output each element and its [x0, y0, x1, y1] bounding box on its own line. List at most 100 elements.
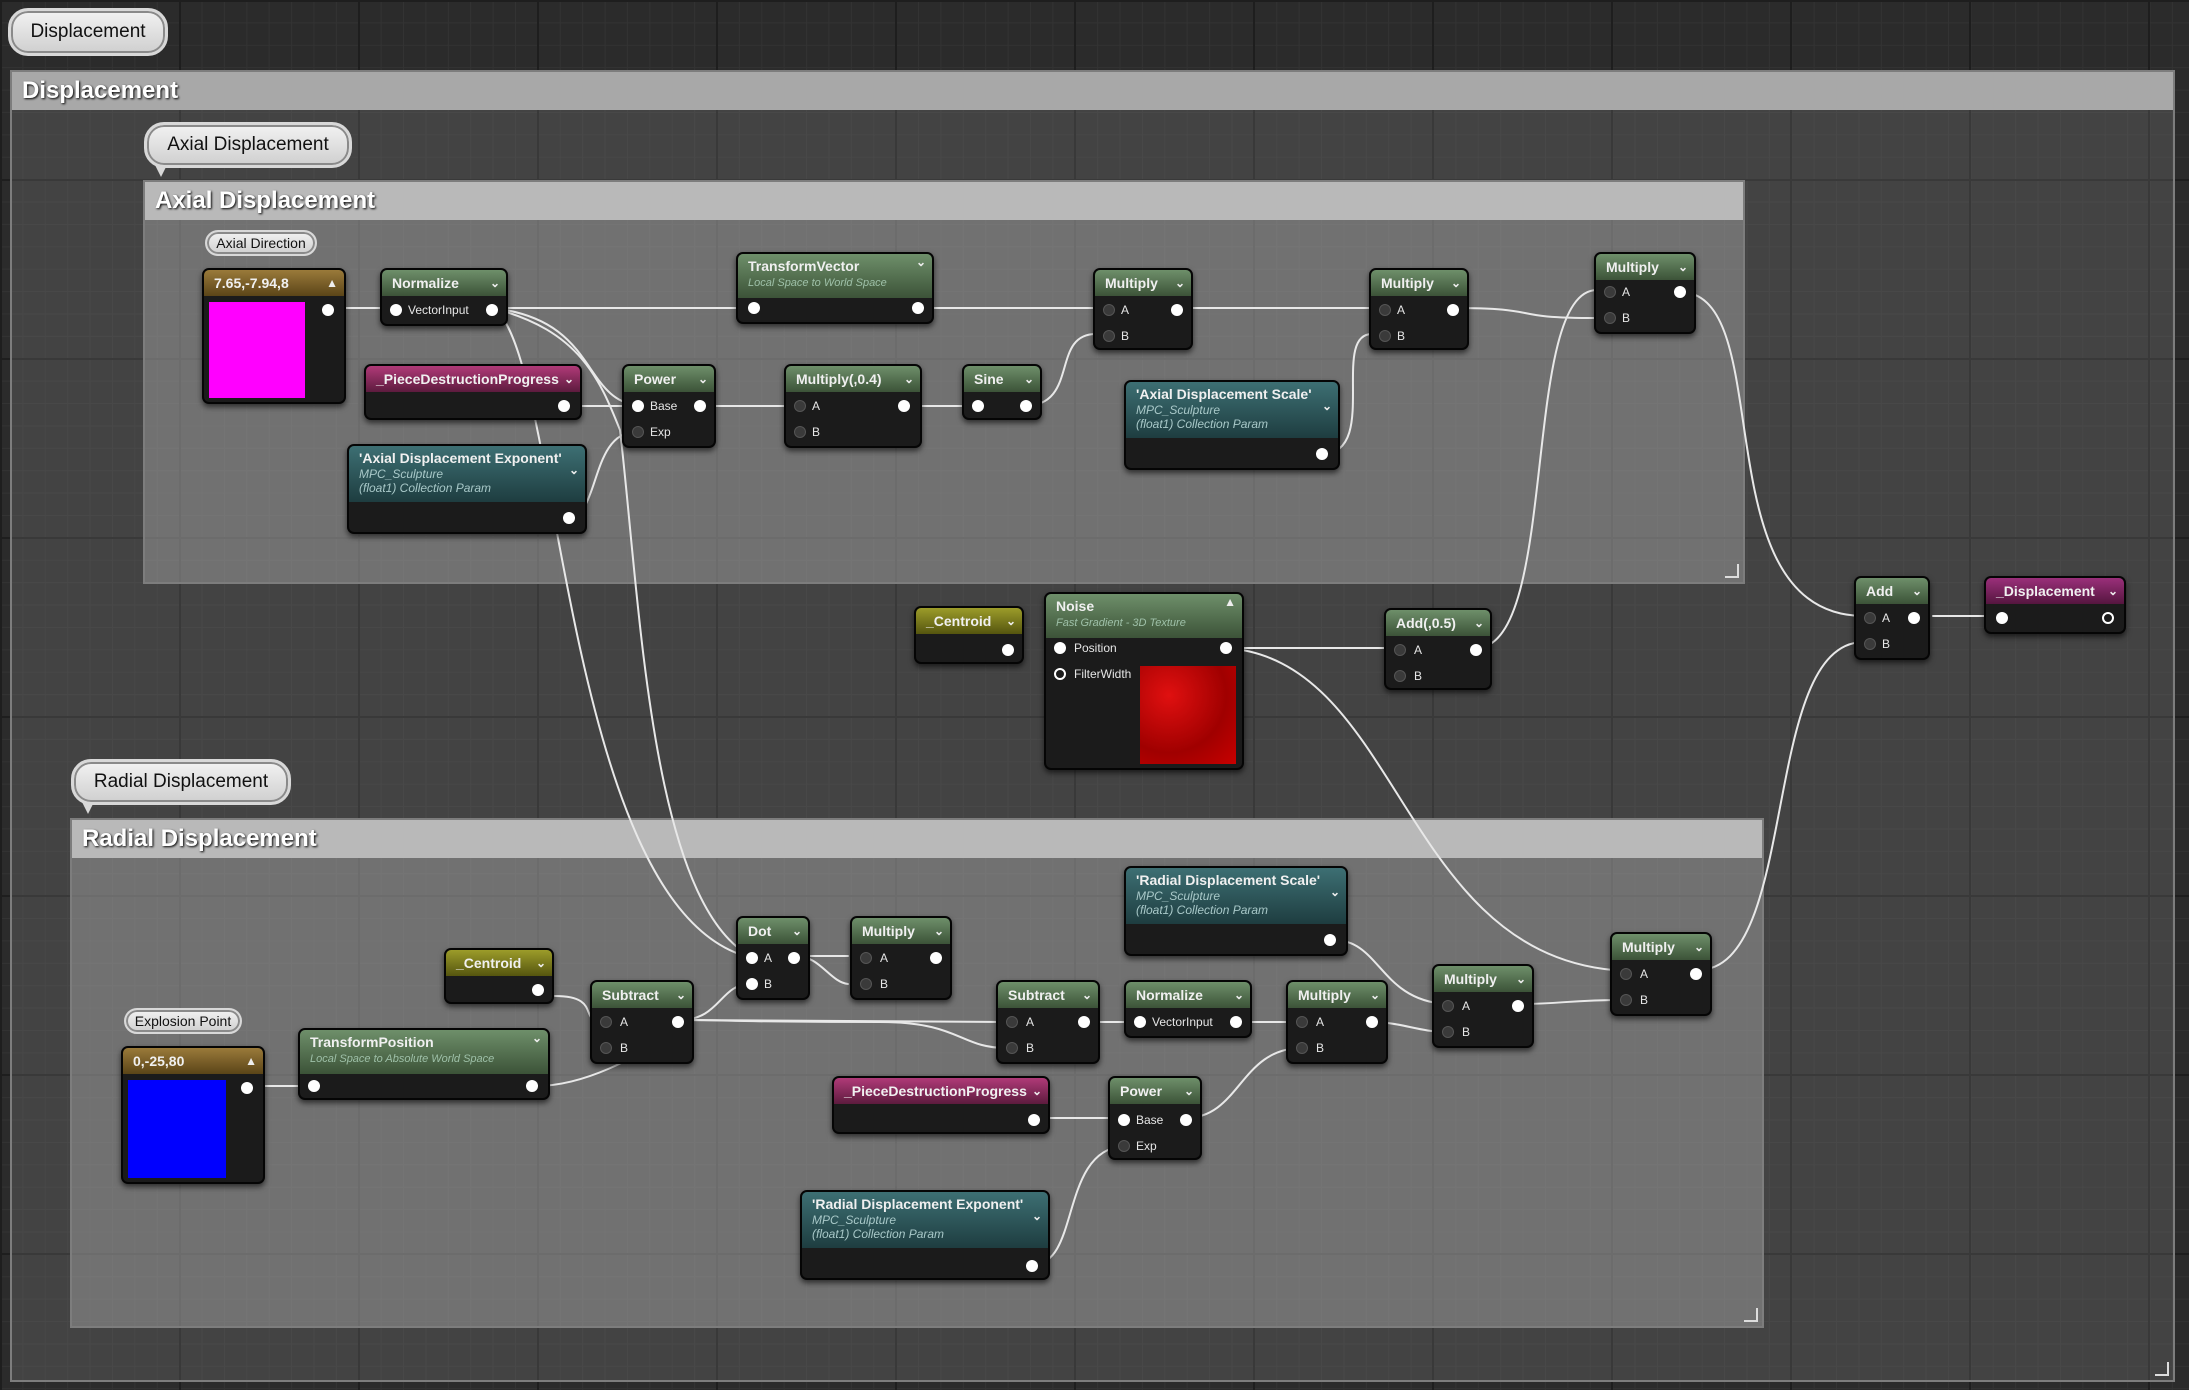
- input-pin-a[interactable]: [1103, 304, 1115, 316]
- output-pin[interactable]: [1512, 1000, 1524, 1012]
- output-pin[interactable]: [1220, 642, 1232, 654]
- node-add-05[interactable]: Add(,0.5) ⌄ A B: [1384, 608, 1492, 690]
- chevron-down-icon[interactable]: ⌄: [1032, 1208, 1042, 1225]
- node-title[interactable]: Multiply ⌄: [1288, 982, 1386, 1008]
- input-pin[interactable]: [972, 400, 984, 412]
- output-pin[interactable]: [1028, 1114, 1040, 1126]
- output-pin[interactable]: [1026, 1260, 1038, 1272]
- node-title[interactable]: 7.65,-7.94,8 ▲: [204, 270, 344, 296]
- node-title[interactable]: _Centroid ⌄: [916, 608, 1022, 634]
- output-pin[interactable]: [1324, 934, 1336, 946]
- output-pin[interactable]: [898, 400, 910, 412]
- node-title[interactable]: Add ⌄: [1856, 578, 1928, 604]
- chevron-down-icon[interactable]: ⌄: [1451, 270, 1461, 296]
- output-pin[interactable]: [241, 1082, 253, 1094]
- node-title[interactable]: Multiply ⌄: [1596, 254, 1694, 280]
- input-pin-b[interactable]: [1296, 1042, 1308, 1054]
- node-multiply-04[interactable]: Multiply(,0.4) ⌄ A B: [784, 364, 922, 448]
- chevron-down-icon[interactable]: ⌄: [1322, 398, 1332, 415]
- node-title[interactable]: Power ⌄: [1110, 1078, 1200, 1104]
- input-pin-a[interactable]: [860, 952, 872, 964]
- node-power-1[interactable]: Power ⌄ Base Exp: [622, 364, 716, 448]
- input-pin[interactable]: [748, 302, 760, 314]
- output-pin[interactable]: [1002, 644, 1014, 656]
- input-pin-b[interactable]: [746, 978, 758, 990]
- input-pin-a[interactable]: [1379, 304, 1391, 316]
- input-pin-b[interactable]: [1442, 1026, 1454, 1038]
- output-pin[interactable]: [1230, 1016, 1242, 1028]
- resize-handle[interactable]: [1744, 1308, 1758, 1322]
- input-pin-filterwidth[interactable]: [1054, 668, 1066, 680]
- comment-title[interactable]: Axial Displacement: [145, 182, 1743, 220]
- chevron-down-icon[interactable]: ⌄: [536, 950, 546, 976]
- node-title[interactable]: Power ⌄: [624, 366, 714, 392]
- output-pin[interactable]: [1366, 1016, 1378, 1028]
- node-title[interactable]: _PieceDestructionProgress ⌄: [834, 1078, 1048, 1104]
- comment-bubble-axial-direction[interactable]: Axial Direction: [205, 230, 317, 256]
- comment-bubble-explosion-point[interactable]: Explosion Point: [124, 1008, 242, 1034]
- node-title[interactable]: 'Axial Displacement Scale' MPC_Sculpture(…: [1126, 382, 1338, 438]
- comment-title[interactable]: Displacement: [12, 72, 2173, 110]
- node-title[interactable]: Noise Fast Gradient - 3D Texture ▲: [1046, 594, 1242, 638]
- node-multiply-1[interactable]: Multiply ⌄ A B: [1093, 268, 1193, 350]
- input-pin-b[interactable]: [1604, 312, 1616, 324]
- chevron-down-icon[interactable]: ⌄: [532, 1030, 542, 1047]
- chevron-down-icon[interactable]: ⌄: [2108, 578, 2118, 604]
- output-pin[interactable]: [1908, 612, 1920, 624]
- chevron-down-icon[interactable]: ⌄: [698, 366, 708, 392]
- node-piece-destruction-progress-2[interactable]: _PieceDestructionProgress ⌄: [832, 1076, 1050, 1134]
- node-title[interactable]: Normalize ⌄: [1126, 982, 1250, 1008]
- output-pin[interactable]: [1447, 304, 1459, 316]
- output-pin[interactable]: [526, 1080, 538, 1092]
- input-pin-b[interactable]: [1864, 638, 1876, 650]
- node-title[interactable]: 'Radial Displacement Exponent' MPC_Sculpt…: [802, 1192, 1048, 1248]
- input-pin-base[interactable]: [632, 400, 644, 412]
- input-pin[interactable]: [1134, 1016, 1146, 1028]
- comment-title[interactable]: Radial Displacement: [72, 820, 1762, 858]
- chevron-up-icon[interactable]: ▲: [326, 270, 338, 296]
- chevron-down-icon[interactable]: ⌄: [1474, 610, 1484, 636]
- node-multiply-3[interactable]: Multiply ⌄ A B: [1594, 252, 1696, 334]
- node-title[interactable]: TransformVector Local Space to World Spac…: [738, 254, 932, 298]
- chevron-down-icon[interactable]: ⌄: [1370, 982, 1380, 1008]
- node-normalize-axial[interactable]: Normalize ⌄ VectorInput: [380, 268, 508, 326]
- node-power-2[interactable]: Power ⌄ Base Exp: [1108, 1076, 1202, 1160]
- comment-bubble-displacement[interactable]: Displacement: [8, 8, 168, 56]
- input-pin-b[interactable]: [1103, 330, 1115, 342]
- input-pin-a[interactable]: [1006, 1016, 1018, 1028]
- output-pin[interactable]: [563, 512, 575, 524]
- node-title[interactable]: Subtract ⌄: [998, 982, 1098, 1008]
- node-multiply-7[interactable]: Multiply ⌄ A B: [1610, 932, 1712, 1016]
- node-multiply-6[interactable]: Multiply ⌄ A B: [1432, 964, 1534, 1048]
- input-pin-a[interactable]: [600, 1016, 612, 1028]
- node-radial-displacement-scale[interactable]: 'Radial Displacement Scale' MPC_Sculpture…: [1124, 866, 1348, 956]
- input-pin[interactable]: [308, 1080, 320, 1092]
- node-axial-displacement-exponent[interactable]: 'Axial Displacement Exponent' MPC_Sculptu…: [347, 444, 587, 534]
- input-pin-exp[interactable]: [632, 426, 644, 438]
- node-radial-displacement-exponent[interactable]: 'Radial Displacement Exponent' MPC_Sculpt…: [800, 1190, 1050, 1280]
- output-pin[interactable]: [1020, 400, 1032, 412]
- node-title[interactable]: _PieceDestructionProgress ⌄: [366, 366, 580, 392]
- input-pin[interactable]: [390, 304, 402, 316]
- input-pin-a[interactable]: [1394, 644, 1406, 656]
- output-pin[interactable]: [1674, 286, 1686, 298]
- input-pin-a[interactable]: [1604, 286, 1616, 298]
- node-axial-displacement-scale[interactable]: 'Axial Displacement Scale' MPC_Sculpture(…: [1124, 380, 1340, 470]
- comment-bubble-axial[interactable]: Axial Displacement: [144, 122, 352, 177]
- input-pin-base[interactable]: [1118, 1114, 1130, 1126]
- chevron-down-icon[interactable]: ⌄: [490, 270, 500, 296]
- input-pin-b[interactable]: [1394, 670, 1406, 682]
- chevron-up-icon[interactable]: ▲: [245, 1048, 257, 1074]
- input-pin-position[interactable]: [1054, 642, 1066, 654]
- node-title[interactable]: Multiply ⌄: [852, 918, 950, 944]
- node-title[interactable]: Sine ⌄: [964, 366, 1040, 392]
- node-title[interactable]: Multiply ⌄: [1371, 270, 1467, 296]
- output-pin[interactable]: [558, 400, 570, 412]
- node-title[interactable]: Multiply ⌄: [1095, 270, 1191, 296]
- node-normalize-radial[interactable]: Normalize ⌄ VectorInput: [1124, 980, 1252, 1038]
- node-displacement-output[interactable]: _Displacement ⌄: [1984, 576, 2126, 634]
- input-pin-b[interactable]: [1620, 994, 1632, 1006]
- output-pin[interactable]: [1078, 1016, 1090, 1028]
- output-pin[interactable]: [322, 304, 334, 316]
- output-pin[interactable]: [1316, 448, 1328, 460]
